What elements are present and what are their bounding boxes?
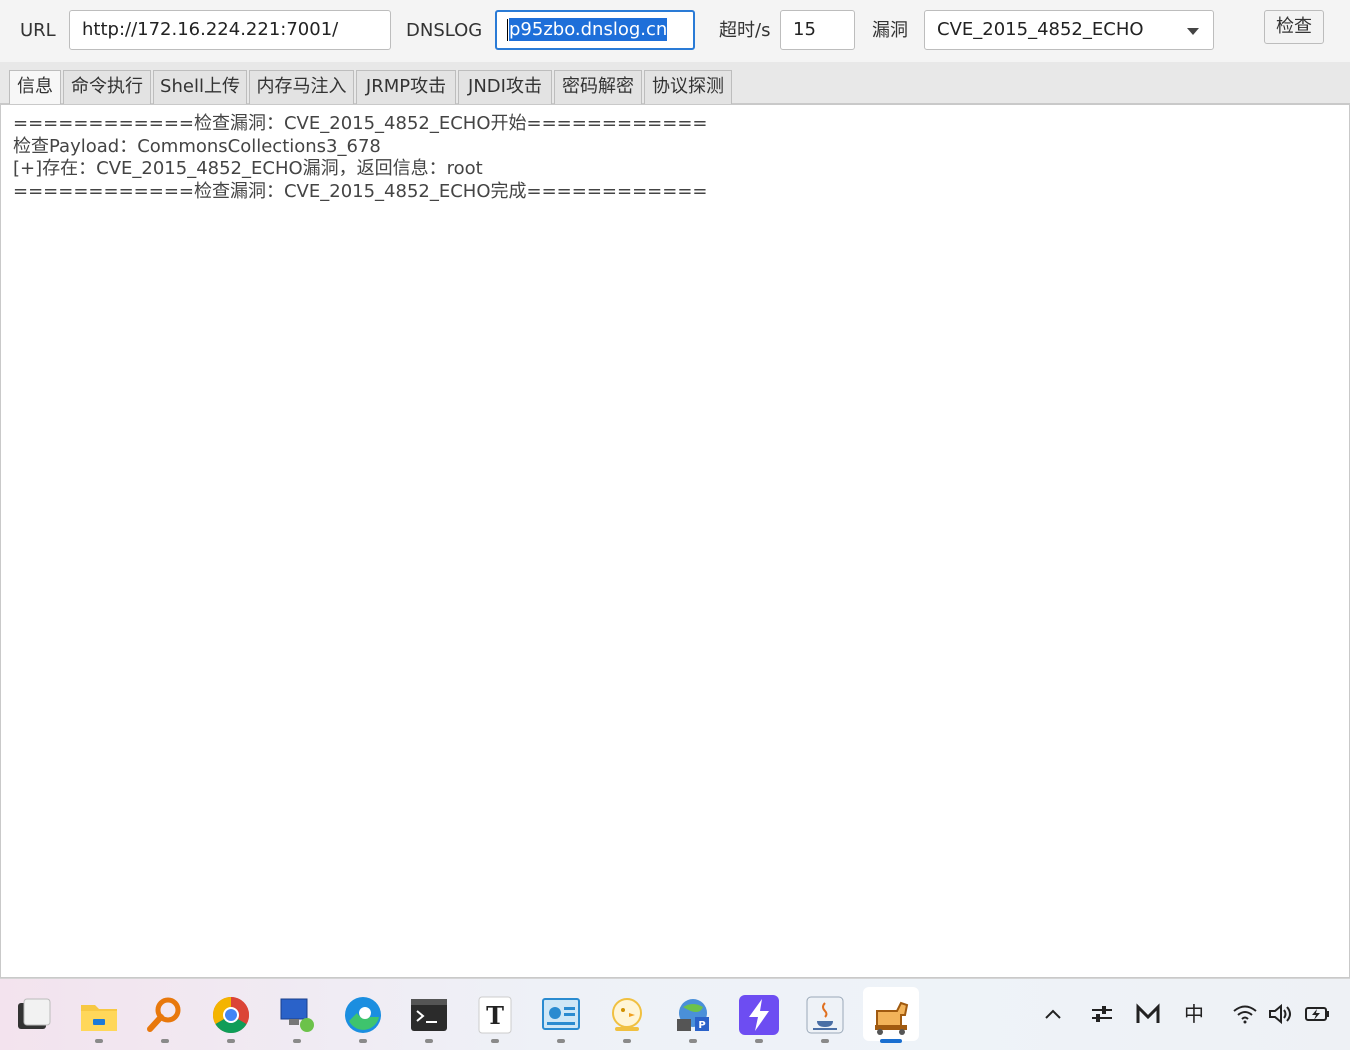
start-icon[interactable] xyxy=(14,995,54,1035)
output-line: ============检查漏洞：CVE_2015_4852_ECHO开始===… xyxy=(13,113,708,134)
tab-memshell-inject[interactable]: 内存马注入 xyxy=(249,70,354,104)
file-explorer-icon[interactable] xyxy=(79,995,119,1035)
ime-indicator[interactable]: 中 xyxy=(1184,1001,1204,1027)
remote-desktop-icon[interactable] xyxy=(277,995,317,1035)
vuln-select[interactable]: CVE_2015_4852_ECHO xyxy=(924,10,1214,50)
chevron-up-icon[interactable] xyxy=(1043,1001,1063,1033)
top-toolbar: URL http://172.16.224.221:7001/ DNSLOG p… xyxy=(0,0,1350,62)
tab-command-exec[interactable]: 命令执行 xyxy=(63,70,151,104)
edge-icon[interactable] xyxy=(343,995,383,1035)
java-icon[interactable] xyxy=(805,995,845,1035)
check-button[interactable]: 检查 xyxy=(1264,10,1324,44)
wifi-icon[interactable] xyxy=(1232,1001,1258,1033)
tab-password-decrypt[interactable]: 密码解密 xyxy=(554,70,642,104)
settings-sliders-icon[interactable] xyxy=(1090,1001,1114,1033)
vuln-select-value: CVE_2015_4852_ECHO xyxy=(937,19,1144,40)
tab-bar: 信息 命令执行 Shell上传 内存马注入 JRMP攻击 JNDI攻击 密码解密… xyxy=(0,62,1350,104)
dnslog-selected-text: p95zbo.dnslog.cn xyxy=(509,18,668,41)
vuln-label: 漏洞 xyxy=(872,20,908,41)
tab-jndi-attack[interactable]: JNDI攻击 xyxy=(458,70,552,104)
terminal-icon[interactable] xyxy=(409,995,449,1035)
m-logo-icon[interactable] xyxy=(1135,1001,1161,1033)
dnslog-input[interactable]: p95zbo.dnslog.cn xyxy=(495,10,695,50)
dnslog-label: DNSLOG xyxy=(406,20,483,41)
timeout-label: 超时/s xyxy=(719,20,771,41)
search-tool-icon[interactable] xyxy=(145,995,185,1035)
output-line: ============检查漏洞：CVE_2015_4852_ECHO完成===… xyxy=(13,180,708,202)
svg-text:P: P xyxy=(698,1020,705,1031)
text-caret xyxy=(507,19,508,41)
output-line: [+]存在：CVE_2015_4852_ECHO漏洞，返回信息：root xyxy=(13,158,483,179)
chevron-down-icon xyxy=(1187,28,1199,35)
volume-icon[interactable] xyxy=(1267,1001,1293,1033)
output-line: 检查Payload：CommonsCollections3_678 xyxy=(13,135,381,157)
url-input[interactable]: http://172.16.224.221:7001/ xyxy=(69,10,391,50)
tab-jrmp-attack[interactable]: JRMP攻击 xyxy=(356,70,456,104)
network-app-icon[interactable]: P xyxy=(673,995,713,1035)
typora-icon[interactable]: T xyxy=(475,995,515,1035)
url-label: URL xyxy=(20,20,56,41)
tab-protocol-detect[interactable]: 协议探测 xyxy=(644,70,732,104)
trojan-horse-app-icon[interactable] xyxy=(863,987,919,1041)
tab-info[interactable]: 信息 xyxy=(9,70,61,104)
chrome-icon[interactable] xyxy=(211,995,251,1035)
tab-shell-upload[interactable]: Shell上传 xyxy=(153,70,247,104)
battery-charging-icon[interactable] xyxy=(1303,1001,1331,1033)
svg-text:T: T xyxy=(486,1001,504,1030)
output-textarea[interactable]: ============检查漏洞：CVE_2015_4852_ECHO开始===… xyxy=(0,104,1350,978)
chick-app-icon[interactable] xyxy=(607,995,647,1035)
timeout-input[interactable]: 15 xyxy=(780,10,855,50)
taskbar: T P 中 xyxy=(0,978,1350,1050)
lightning-app-icon[interactable] xyxy=(739,995,779,1035)
dashboard-app-icon[interactable] xyxy=(541,995,581,1035)
